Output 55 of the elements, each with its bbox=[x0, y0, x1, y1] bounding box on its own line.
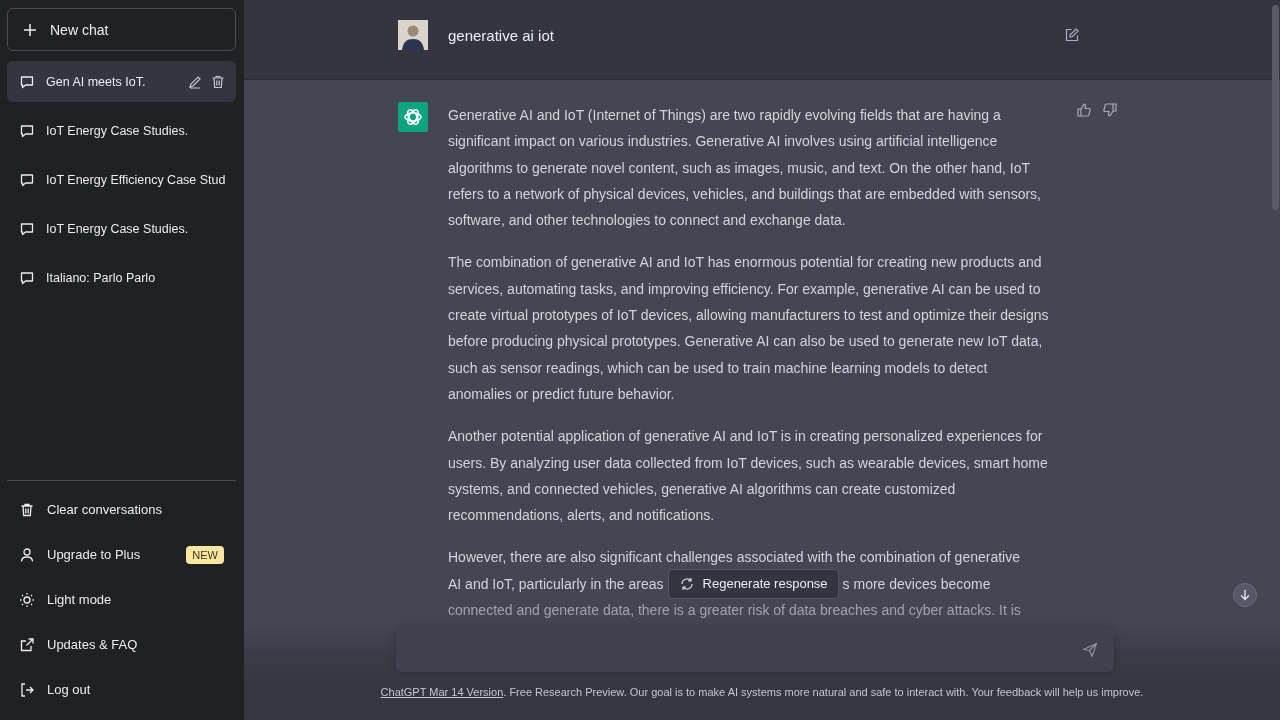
menu-label: Light mode bbox=[47, 592, 113, 607]
arrow-down-icon bbox=[1238, 588, 1252, 602]
logo-icon bbox=[398, 102, 428, 132]
chat-bubble-icon bbox=[19, 73, 35, 90]
menu-label: Updates & FAQ bbox=[47, 637, 139, 652]
thumbs-up-icon[interactable] bbox=[1076, 102, 1092, 118]
menu-label: Clear conversations bbox=[47, 502, 163, 517]
new-badge: NEW bbox=[186, 545, 224, 564]
user-message: generative ai iot bbox=[448, 26, 555, 44]
new-chat-button[interactable]: New chat bbox=[7, 8, 236, 51]
plus-icon bbox=[22, 21, 38, 38]
chat-title: IoT Energy Efficiency Case Stud bbox=[46, 172, 226, 187]
menu-item[interactable]: Upgrade to Plus NEW bbox=[7, 532, 236, 577]
response-paragraph: The combination of generative AI and IoT has enormous potential for creating new products and services, automating tasks, and improving efficiency. For example, generative AI can be used to create virtual prototypes of IoT devices, allowing manufacturers to test and optimize their designs before producing physical prototypes. Generative AI can also be used to generate new IoT data, such as sensor readings, which can be used to train machine learning models to detect anomalies or predict future behavior. bbox=[448, 253, 1050, 404]
delete-icon[interactable] bbox=[210, 73, 226, 90]
chat-bubble-icon bbox=[19, 220, 35, 237]
response-line: AI and IoT, particularly in the areas bbox=[448, 574, 664, 594]
edit-icon[interactable] bbox=[1064, 27, 1080, 43]
message-input[interactable] bbox=[395, 628, 1114, 672]
trash-icon bbox=[19, 501, 35, 518]
logout-icon bbox=[19, 681, 35, 698]
refresh-icon bbox=[678, 575, 695, 592]
menu-item[interactable]: Light mode bbox=[7, 577, 236, 622]
response-line: However, there are also significant challenges associated with the combination of generative bbox=[448, 548, 1021, 568]
chat-bubble-icon bbox=[19, 269, 35, 286]
chat-item[interactable]: IoT Energy Efficiency Case Stud bbox=[7, 159, 236, 200]
chat-title: Gen AI meets IoT. bbox=[46, 74, 147, 89]
regenerate-button[interactable]: Regenerate response bbox=[667, 568, 839, 599]
menu-label: Upgrade to Plus bbox=[47, 547, 142, 562]
scrollbar[interactable] bbox=[1272, 5, 1279, 210]
footer-note: ChatGPT Mar 14 Version. Free Research Preview. Our goal is to make AI systems more natural and safe to interact with. Your feedback will help us improve. bbox=[380, 686, 1144, 698]
scroll-down-button[interactable] bbox=[1233, 583, 1257, 607]
chat-item[interactable]: IoT Energy Case Studies. bbox=[7, 110, 236, 151]
response-paragraph: Another potential application of generative AI and IoT is in creating personalized experiences for users. By analyzing user data collected from IoT devices, such as wearable devices, smart home systems, and connected vehicles, generative AI algorithms can create customized recommendations, alerts, and notifications. bbox=[448, 427, 1049, 526]
response-paragraph: Generative AI and IoT (Internet of Things) are two rapidly evolving fields that are having a significant impact on various industries. Generative AI involves using artificial intelligence algorithms to generate novel content, such as images, music, and text. On the other hand, IoT refers to a network of physical devices, vehicles, and buildings that are embedded with sensors, software, and other technologies to connect and exchange data. bbox=[448, 106, 1042, 231]
menu-item[interactable]: Log out bbox=[7, 667, 236, 712]
response-line: connected and generate data, there is a greater risk of data breaches and cyber attacks. It is bbox=[448, 600, 1022, 620]
chat-item[interactable]: Gen AI meets IoT. bbox=[7, 61, 236, 102]
menu-item[interactable]: Updates & FAQ bbox=[7, 622, 236, 667]
chat-item[interactable]: IoT Energy Case Studies. bbox=[7, 208, 236, 249]
chat-title: IoT Energy Case Studies. bbox=[46, 221, 190, 236]
response-line: s more devices become bbox=[842, 574, 991, 594]
sun-icon bbox=[19, 591, 35, 608]
user-icon bbox=[19, 546, 35, 563]
menu-item[interactable]: Clear conversations bbox=[7, 487, 236, 532]
chat-bubble-icon bbox=[19, 122, 35, 139]
external-link-icon bbox=[19, 636, 35, 653]
chat-bubble-icon bbox=[19, 171, 35, 188]
chat-title: IoT Energy Case Studies. bbox=[46, 123, 190, 138]
menu-label: Log out bbox=[47, 682, 92, 697]
send-icon[interactable] bbox=[1081, 642, 1098, 658]
thumbs-down-icon[interactable] bbox=[1102, 102, 1118, 118]
user-avatar bbox=[398, 20, 428, 50]
chat-item[interactable]: Italiano: Parlo Parlo bbox=[7, 257, 236, 298]
chat-title: Italiano: Parlo Parlo bbox=[46, 270, 157, 285]
